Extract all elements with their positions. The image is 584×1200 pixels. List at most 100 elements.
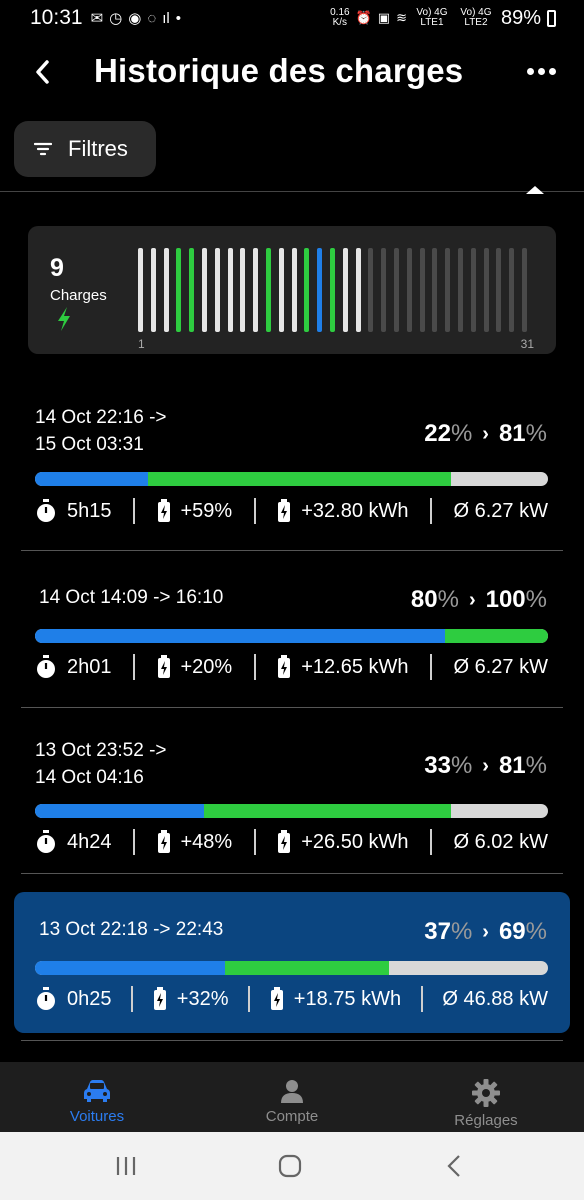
end-soc: 81 <box>498 420 526 447</box>
mail-icon: ✉ <box>90 10 104 27</box>
soc-progress-bar <box>35 961 548 975</box>
arrow-right-icon: › <box>482 920 489 943</box>
arrow-right-icon: › <box>482 422 489 445</box>
lock-icon: ▣ <box>377 10 391 25</box>
soc-gain-segment <box>204 804 451 818</box>
axis-start-label: 1 <box>138 337 145 351</box>
soc-start-segment <box>35 961 225 975</box>
soc-progress-bar <box>35 629 548 643</box>
battery-charge-icon <box>153 987 167 1011</box>
day-bar <box>317 248 323 332</box>
day-bar <box>202 248 207 332</box>
stat-gain: +48% <box>157 830 232 854</box>
day-bar <box>304 248 310 332</box>
net-speed: 0.16 K/s <box>330 7 350 28</box>
charges-summary-card: 9 Charges 1 31 <box>28 226 556 354</box>
soc-gain-segment <box>445 629 548 643</box>
nav-voitures[interactable]: Voitures <box>0 1062 194 1132</box>
sim2-signal: Vo) 4G LTE2 <box>460 7 492 28</box>
stat-separator <box>420 986 423 1012</box>
session-stats: 0h25 +32% +18.75 kWh Ø 46.88 kW <box>35 984 548 1014</box>
nav-compte[interactable]: Compte <box>195 1062 389 1132</box>
gear-icon <box>472 1079 500 1107</box>
day-bar <box>150 248 156 332</box>
session-soc: 22% › 81% <box>424 420 547 447</box>
scroll-up-caret-icon[interactable] <box>526 186 544 194</box>
whatsapp-icon: ◌ <box>147 9 157 27</box>
back-button[interactable] <box>26 54 58 90</box>
stat-separator <box>253 654 256 680</box>
day-bar <box>138 248 143 332</box>
more-options-button[interactable] <box>524 58 558 84</box>
day-bar <box>253 248 259 332</box>
stat-separator <box>133 829 135 855</box>
day-bar <box>509 248 515 332</box>
soc-start-segment <box>35 804 205 818</box>
day-bar <box>522 248 527 332</box>
day-bar <box>470 248 476 332</box>
stat-avg-power-value: Ø 6.27 kW <box>453 499 548 522</box>
system-back-button[interactable] <box>434 1150 474 1182</box>
recent-apps-button[interactable] <box>106 1150 146 1182</box>
stat-avg-power-value: Ø 6.27 kW <box>453 655 548 678</box>
stat-duration-value: 5h15 <box>67 499 112 522</box>
day-bar <box>483 248 489 332</box>
timer-icon <box>35 655 57 679</box>
stats-icon: ıl <box>162 9 170 27</box>
day-bar <box>189 248 195 332</box>
more-horizontal-icon <box>526 67 534 75</box>
stat-energy: +32.80 kWh <box>277 499 409 523</box>
day-bar <box>330 248 335 332</box>
battery-level: 89% <box>500 6 541 29</box>
stat-avg-power: Ø 6.02 kW <box>454 831 548 854</box>
stat-duration: 5h15 <box>35 499 112 523</box>
session-stats: 5h15 +59% +32.80 kWh Ø 6.27 kW <box>35 496 548 526</box>
stat-energy-value: +12.65 kWh <box>301 655 409 678</box>
stat-separator <box>133 498 135 524</box>
soc-progress-bar <box>35 472 548 486</box>
day-bar <box>278 248 284 332</box>
day-bar <box>240 248 246 332</box>
stat-energy-value: +26.50 kWh <box>301 830 409 853</box>
stat-separator <box>430 829 433 855</box>
clock-icon: ◷ <box>109 10 123 27</box>
sim1-signal: Vo) 4G LTE1 <box>416 7 448 28</box>
home-button[interactable] <box>270 1150 310 1182</box>
divider <box>21 1040 563 1041</box>
day-bar <box>419 248 425 332</box>
start-soc: 22 <box>424 420 451 447</box>
app-header: Historique des charges <box>0 40 584 108</box>
session-dates: 13 Oct 22:18 -> 22:43 <box>39 919 224 940</box>
status-bar: 10:31 ✉ ◷ ◉ ◌ ıl • 0.16 K/s ⏰ ▣ ≋ Vo) 4G … <box>0 0 584 36</box>
charges-count: 9 <box>50 254 64 282</box>
nav-reglages[interactable]: Réglages <box>389 1062 583 1132</box>
stat-avg-power: Ø 6.27 kW <box>454 656 548 679</box>
stat-gain: +20% <box>157 655 232 679</box>
stat-avg-power-value: Ø 46.88 kW <box>442 987 548 1010</box>
stat-energy: +12.65 kWh <box>277 655 409 679</box>
divider <box>21 550 563 551</box>
sync-icon: ◉ <box>128 10 142 27</box>
system-navigation-bar <box>0 1132 584 1200</box>
battery-charge-icon <box>157 499 171 523</box>
person-icon <box>281 1080 303 1103</box>
filter-button[interactable]: Filtres <box>14 121 156 177</box>
start-soc: 80 <box>410 586 438 613</box>
day-bar <box>445 248 451 332</box>
page-title: Historique des charges <box>94 52 464 89</box>
timer-icon <box>35 830 57 854</box>
battery-icon <box>547 9 556 27</box>
stat-duration: 4h24 <box>35 830 112 854</box>
battery-charge-icon <box>277 655 291 679</box>
day-bar <box>342 248 348 332</box>
stat-separator <box>253 498 256 524</box>
day-bar <box>458 248 463 332</box>
divider <box>0 191 584 192</box>
session-stats: 4h24 +48% +26.50 kWh Ø 6.02 kW <box>35 827 548 857</box>
bolt-icon <box>58 307 70 331</box>
stat-energy: +18.75 kWh <box>270 987 401 1011</box>
nav-label: Voitures <box>69 1108 125 1125</box>
battery-charge-icon <box>157 830 171 854</box>
session-soc: 80% › 100% <box>410 586 547 613</box>
day-bar <box>496 248 502 332</box>
